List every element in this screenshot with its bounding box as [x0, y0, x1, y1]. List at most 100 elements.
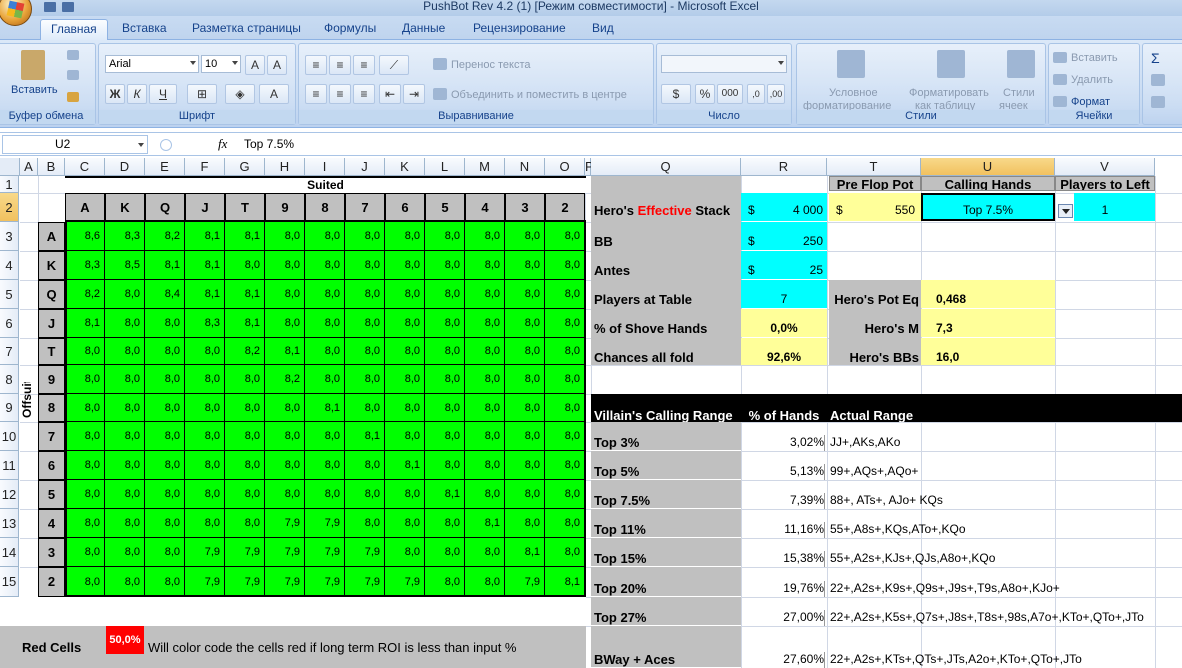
column-header-b[interactable]: B: [38, 158, 65, 176]
hand-cell-4k[interactable]: 8,0: [105, 509, 145, 538]
hand-cell-ka[interactable]: 8,3: [65, 251, 105, 280]
font-color-button[interactable]: A: [259, 84, 289, 104]
hand-cell-t4[interactable]: 8,0: [465, 338, 505, 365]
hand-cell-t8[interactable]: 8,0: [305, 338, 345, 365]
hand-cell-42[interactable]: 8,0: [545, 509, 585, 538]
row-header-3[interactable]: 3: [0, 222, 19, 251]
hand-cell-79[interactable]: 8,0: [265, 422, 305, 451]
hand-cell-6k[interactable]: 8,0: [105, 451, 145, 480]
hand-cell-75[interactable]: 8,0: [425, 422, 465, 451]
font-name-select[interactable]: Arial: [105, 55, 199, 73]
fill-color-button[interactable]: ◈: [225, 84, 255, 104]
hand-cell-j6[interactable]: 8,0: [385, 309, 425, 338]
hand-cell-96[interactable]: 8,0: [385, 365, 425, 394]
hand-cell-69[interactable]: 8,0: [265, 451, 305, 480]
hand-cell-a9[interactable]: 8,0: [265, 222, 305, 251]
paste-icon[interactable]: [21, 50, 45, 80]
hand-cell-j3[interactable]: 8,0: [505, 309, 545, 338]
row-header-9[interactable]: 9: [0, 394, 19, 422]
grow-font-button[interactable]: A: [245, 55, 265, 75]
tab-home[interactable]: Главная: [40, 19, 108, 40]
hand-cell-58[interactable]: 8,0: [305, 480, 345, 509]
hand-cell-8t[interactable]: 8,0: [225, 394, 265, 422]
hand-cell-6q[interactable]: 8,0: [145, 451, 185, 480]
conditional-format-label-1[interactable]: Условное: [829, 87, 878, 99]
row-header-7[interactable]: 7: [0, 338, 19, 365]
row-header-4[interactable]: 4: [0, 251, 19, 280]
hand-cell-6a[interactable]: 8,0: [65, 451, 105, 480]
hand-cell-q6[interactable]: 8,0: [385, 280, 425, 309]
hand-cell-92[interactable]: 8,0: [545, 365, 585, 394]
hand-cell-q2[interactable]: 8,0: [545, 280, 585, 309]
hand-cell-46[interactable]: 8,0: [385, 509, 425, 538]
hand-cell-7j[interactable]: 8,0: [185, 422, 225, 451]
hand-cell-55[interactable]: 8,1: [425, 480, 465, 509]
hand-cell-7k[interactable]: 8,0: [105, 422, 145, 451]
row-header-14[interactable]: 14: [0, 538, 19, 567]
hand-cell-2q[interactable]: 8,0: [145, 567, 185, 597]
villain-actual-range[interactable]: 55+,A2s+,KJs+,QJs,A8o+,KQo: [830, 551, 1180, 567]
column-header-k[interactable]: K: [385, 158, 425, 176]
hand-cell-94[interactable]: 8,0: [465, 365, 505, 394]
hand-cell-32[interactable]: 8,0: [545, 538, 585, 567]
tab-review[interactable]: Рецензирование: [463, 19, 576, 40]
villain-actual-range[interactable]: JJ+,AKs,AKo: [830, 435, 1180, 451]
column-header-f[interactable]: F: [185, 158, 225, 176]
hand-cell-qt[interactable]: 8,1: [225, 280, 265, 309]
hand-cell-62[interactable]: 8,0: [545, 451, 585, 480]
hand-cell-jj[interactable]: 8,3: [185, 309, 225, 338]
hand-cell-t7[interactable]: 8,0: [345, 338, 385, 365]
cell-styles-label-1[interactable]: Стили: [1003, 87, 1035, 99]
hand-cell-27[interactable]: 7,9: [345, 567, 385, 597]
hand-cell-25[interactable]: 8,0: [425, 567, 465, 597]
column-header-t[interactable]: T: [827, 158, 921, 176]
column-header-m[interactable]: M: [465, 158, 505, 176]
hand-cell-kq[interactable]: 8,1: [145, 251, 185, 280]
hand-cell-4a[interactable]: 8,0: [65, 509, 105, 538]
hand-cell-74[interactable]: 8,0: [465, 422, 505, 451]
hand-cell-88[interactable]: 8,1: [305, 394, 345, 422]
hand-cell-5t[interactable]: 8,0: [225, 480, 265, 509]
align-right-button[interactable]: ≡: [353, 84, 375, 104]
insert-cells-button[interactable]: Вставить: [1071, 52, 1118, 64]
hand-cell-24[interactable]: 8,0: [465, 567, 505, 597]
hand-cell-83[interactable]: 8,0: [505, 394, 545, 422]
hand-cell-38[interactable]: 7,9: [305, 538, 345, 567]
hand-cell-q8[interactable]: 8,0: [305, 280, 345, 309]
hand-cell-23[interactable]: 7,9: [505, 567, 545, 597]
hand-cell-qj[interactable]: 8,1: [185, 280, 225, 309]
hand-cell-9j[interactable]: 8,0: [185, 365, 225, 394]
underline-button[interactable]: Ч: [149, 84, 177, 104]
hand-cell-97[interactable]: 8,0: [345, 365, 385, 394]
hand-cell-t9[interactable]: 8,1: [265, 338, 305, 365]
hand-cell-52[interactable]: 8,0: [545, 480, 585, 509]
formula-expand-icon[interactable]: [160, 139, 172, 151]
cell-styles-icon[interactable]: [1007, 50, 1035, 78]
hand-cell-5q[interactable]: 8,0: [145, 480, 185, 509]
column-header-u[interactable]: U: [921, 158, 1055, 176]
villain-actual-range[interactable]: 22+,A2s+,KTs+,QTs+,JTs,A2o+,KTo+,QTo+,JT…: [830, 652, 1180, 668]
villain-actual-range[interactable]: 99+,AQs+,AQo+: [830, 464, 1180, 480]
hand-cell-tq[interactable]: 8,0: [145, 338, 185, 365]
hand-cell-q5[interactable]: 8,0: [425, 280, 465, 309]
column-header-r[interactable]: R: [741, 158, 827, 176]
format-as-table-label-1[interactable]: Форматировать: [909, 87, 989, 99]
decrease-indent-button[interactable]: ⇤: [379, 84, 401, 104]
hand-cell-67[interactable]: 8,0: [345, 451, 385, 480]
row-header-10[interactable]: 10: [0, 422, 19, 451]
decrease-decimal-button[interactable]: ,00: [767, 84, 785, 104]
hand-cell-jq[interactable]: 8,0: [145, 309, 185, 338]
insert-function-button[interactable]: fx: [218, 136, 227, 152]
hand-cell-kt[interactable]: 8,0: [225, 251, 265, 280]
hand-cell-kk[interactable]: 8,5: [105, 251, 145, 280]
hand-cell-2j[interactable]: 7,9: [185, 567, 225, 597]
column-header-j[interactable]: J: [345, 158, 385, 176]
hand-cell-53[interactable]: 8,0: [505, 480, 545, 509]
wrap-text-button[interactable]: Перенос текста: [451, 59, 531, 71]
shrink-font-button[interactable]: A: [267, 55, 287, 75]
fill-icon[interactable]: [1151, 74, 1165, 86]
hand-cell-kj[interactable]: 8,1: [185, 251, 225, 280]
tab-page-layout[interactable]: Разметка страницы: [182, 19, 311, 40]
hand-cell-ja[interactable]: 8,1: [65, 309, 105, 338]
orientation-button[interactable]: ⟋: [379, 55, 409, 75]
